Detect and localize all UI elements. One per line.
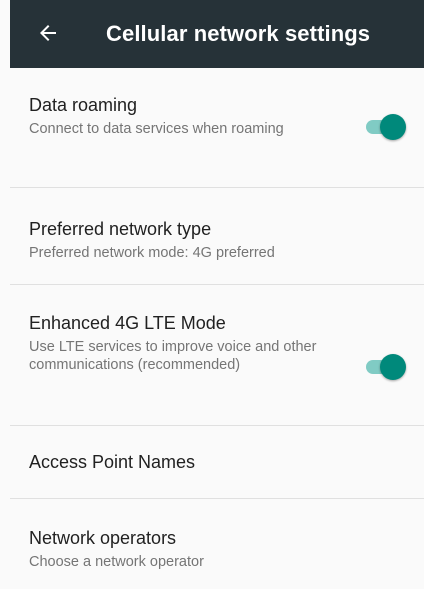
setting-title: Network operators: [29, 528, 177, 548]
toggle-thumb: [380, 354, 406, 380]
enhanced-4g-lte-toggle[interactable]: [364, 354, 406, 380]
setting-summary: Use LTE services to improve voice and ot…: [29, 339, 317, 373]
setting-summary: Connect to data services when roaming: [29, 121, 284, 137]
app-bar: Cellular network settings: [10, 0, 424, 68]
settings-list: Data roaming Connect to data services wh…: [10, 68, 424, 589]
setting-summary: Choose a network operator: [29, 554, 204, 570]
setting-enhanced-4g-lte-mode[interactable]: Enhanced 4G LTE Mode Use LTE services to…: [10, 285, 424, 426]
back-button[interactable]: [30, 15, 66, 51]
setting-title: Access Point Names: [29, 452, 196, 472]
setting-title: Data roaming: [29, 95, 138, 115]
setting-data-roaming[interactable]: Data roaming Connect to data services wh…: [10, 68, 424, 188]
arrow-left-icon: [36, 21, 60, 45]
setting-preferred-network-type[interactable]: Preferred network type Preferred network…: [10, 188, 424, 285]
settings-screen: Cellular network settings Data roaming C…: [0, 0, 424, 589]
setting-network-operators[interactable]: Network operators Choose a network opera…: [10, 499, 424, 589]
toggle-thumb: [380, 114, 406, 140]
setting-access-point-names[interactable]: Access Point Names: [10, 426, 424, 499]
setting-title: Preferred network type: [29, 219, 212, 239]
data-roaming-toggle[interactable]: [364, 114, 406, 140]
setting-summary: Preferred network mode: 4G preferred: [29, 245, 275, 261]
page-title: Cellular network settings: [106, 21, 371, 46]
setting-title: Enhanced 4G LTE Mode: [29, 313, 226, 333]
